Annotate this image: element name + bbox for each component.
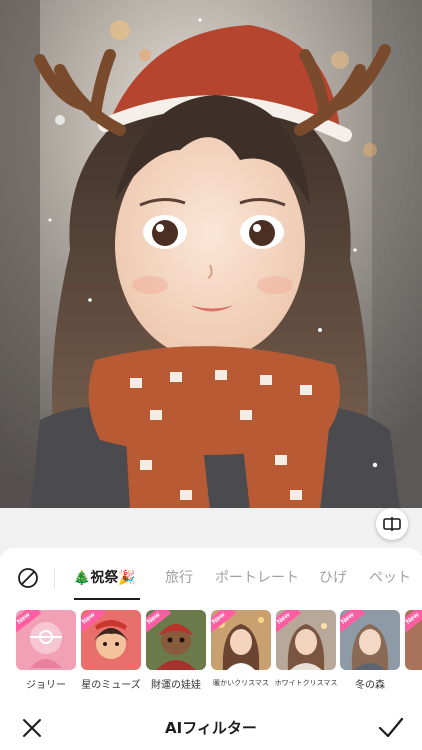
filter-thumbnail: New bbox=[81, 610, 141, 670]
filter-label: ジョリー bbox=[26, 680, 66, 691]
filter-item-winter-forest[interactable]: New 冬の森 bbox=[340, 610, 400, 692]
filter-label: ホワイトクリスマス bbox=[274, 679, 338, 687]
filter-thumbnail: New bbox=[211, 610, 271, 670]
filter-thumbnail: New bbox=[340, 610, 400, 670]
close-icon bbox=[23, 719, 41, 737]
preview-image bbox=[0, 0, 422, 510]
active-tab-indicator bbox=[74, 598, 140, 600]
filter-item-jolly[interactable]: New ジョリー bbox=[16, 610, 76, 692]
bottom-action-bar: AIフィルター bbox=[0, 706, 422, 750]
screen-title: AIフィルター bbox=[165, 719, 257, 737]
checkmark-icon bbox=[378, 717, 404, 738]
filter-item-brilliant[interactable]: New 燦爛 bbox=[405, 610, 422, 692]
filter-thumbnail: New bbox=[146, 610, 206, 670]
filter-item-white-christmas[interactable]: New ホワイトクリスマス bbox=[275, 610, 337, 692]
filter-label: 冬の森 bbox=[355, 680, 385, 691]
filter-thumbnail: New bbox=[405, 610, 422, 670]
filter-item-star-muse[interactable]: New 星のミューズ bbox=[81, 610, 141, 692]
filter-panel: 🎄祝祭🎉 旅行 ポートレート ひげ ペット New ジョリー New 星のミュー… bbox=[0, 548, 422, 750]
tab-travel[interactable]: 旅行 bbox=[165, 556, 193, 600]
tab-divider bbox=[54, 568, 55, 590]
compare-button[interactable] bbox=[376, 508, 408, 540]
compare-icon bbox=[383, 517, 401, 531]
tab-portrait[interactable]: ポートレート bbox=[215, 556, 299, 600]
filter-thumbnail: New bbox=[276, 610, 336, 670]
tab-beard[interactable]: ひげ bbox=[319, 556, 347, 600]
filter-list: New ジョリー New 星のミューズ New 財運の娃娃 New 暖かいクリス… bbox=[0, 610, 422, 692]
filter-thumbnail: New bbox=[16, 610, 76, 670]
filter-label: 財運の娃娃 bbox=[151, 680, 201, 691]
filter-label: 星のミューズ bbox=[81, 680, 141, 691]
tab-pet[interactable]: ペット bbox=[369, 556, 411, 600]
no-filter-icon bbox=[18, 568, 38, 588]
filter-item-fortune-doll[interactable]: New 財運の娃娃 bbox=[146, 610, 206, 692]
tab-festive[interactable]: 🎄祝祭🎉 bbox=[73, 556, 136, 600]
filter-label: 暖かいクリスマス bbox=[213, 679, 269, 687]
no-filter-button[interactable] bbox=[16, 566, 40, 590]
close-button[interactable] bbox=[20, 716, 44, 740]
category-tabs: 🎄祝祭🎉 旅行 ポートレート ひげ ペット bbox=[0, 556, 422, 600]
filter-item-warm-christmas[interactable]: New 暖かいクリスマス bbox=[211, 610, 271, 692]
filter-label: 燦爛 bbox=[399, 676, 422, 691]
photo-preview bbox=[0, 0, 422, 510]
confirm-button[interactable] bbox=[378, 716, 404, 740]
